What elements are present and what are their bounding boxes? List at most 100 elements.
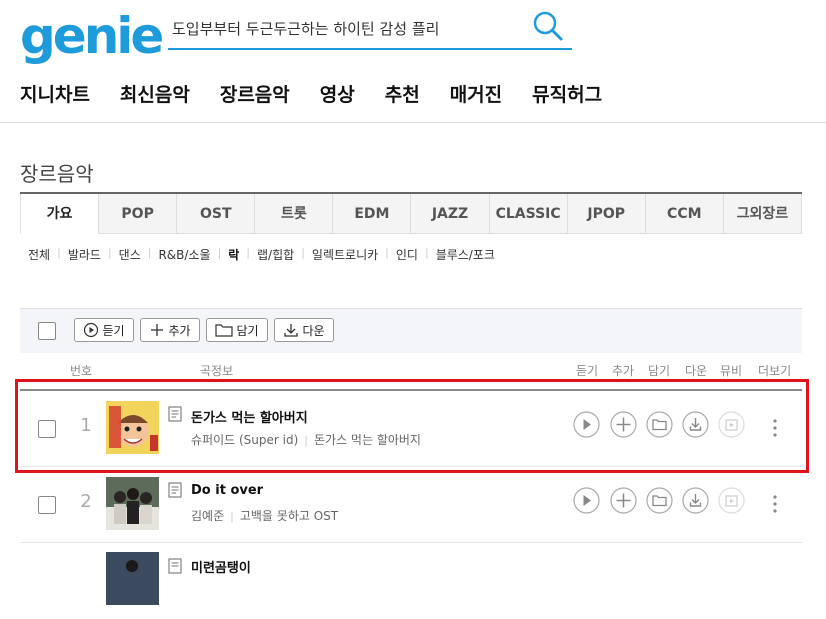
download-icon[interactable] (682, 487, 709, 514)
search-input[interactable] (172, 14, 522, 42)
select-all-checkbox[interactable] (38, 322, 56, 340)
download-icon (284, 324, 299, 337)
nav-latest-music[interactable]: 최신음악 (120, 80, 190, 107)
play-icon[interactable] (573, 487, 600, 514)
divider: | (304, 434, 308, 447)
play-icon[interactable] (573, 411, 600, 438)
save-label: 담기 (236, 323, 259, 338)
nav-recommend[interactable]: 추천 (385, 80, 420, 107)
tab-edm[interactable]: EDM (333, 194, 412, 234)
col-song-info: 곡정보 (200, 364, 234, 378)
main-nav: 지니차트 최신음악 장르음악 영상 추천 매거진 뮤직허그 (20, 80, 632, 107)
subgenre-rnb-soul[interactable]: R&B/소울 (158, 246, 210, 263)
listen-selected-button[interactable]: 듣기 (74, 318, 134, 342)
genre-tabs: 가요 POP OST 트롯 EDM JAZZ CLASSIC JPOP CCM … (20, 192, 802, 234)
play-icon (84, 322, 99, 338)
tab-classic[interactable]: CLASSIC (489, 194, 568, 234)
tab-jpop[interactable]: JPOP (567, 194, 646, 234)
album-cover[interactable] (106, 477, 159, 530)
folder-icon[interactable] (646, 411, 673, 438)
add-label: 추가 (168, 323, 191, 338)
divider: | (107, 246, 112, 259)
folder-icon (215, 324, 234, 337)
add-to-playlist-icon[interactable] (610, 411, 637, 438)
subgenre-electronica[interactable]: 일렉트로니카 (312, 246, 378, 263)
plus-icon (151, 324, 164, 336)
song-checkbox[interactable] (38, 420, 56, 438)
divider: | (57, 246, 61, 259)
add-to-playlist-icon[interactable] (610, 487, 637, 514)
divider: | (246, 246, 251, 259)
album-link[interactable]: 고백을 못하고 OST (240, 509, 338, 523)
col-listen: 듣기 (576, 364, 599, 378)
nav-genie-chart[interactable]: 지니차트 (20, 80, 90, 107)
col-download: 다운 (685, 364, 708, 378)
more-options-icon[interactable] (772, 418, 778, 438)
lyrics-icon[interactable] (168, 558, 182, 574)
artist-link[interactable]: 슈퍼이드 (Super id) (191, 433, 298, 447)
music-video-icon[interactable] (718, 411, 745, 438)
page-title: 장르음악 (20, 162, 94, 186)
col-number: 번호 (70, 364, 93, 378)
tab-jazz[interactable]: JAZZ (411, 194, 490, 234)
song-row: 미련곰탱이 (20, 543, 802, 619)
subgenre-blues-folk[interactable]: 블루스/포크 (436, 246, 495, 263)
col-mv: 뮤비 (720, 364, 743, 378)
download-selected-button[interactable]: 다운 (274, 318, 334, 342)
divider: | (230, 510, 234, 523)
subgenre-filter: 전체 | 발라드 | 댄스 | R&B/소울 | 락 | 랩/힙합 | 일렉트로니카 | 인디… (28, 246, 495, 263)
more-options-icon[interactable] (772, 494, 778, 514)
album-cover[interactable] (106, 401, 159, 454)
artist-link[interactable]: 김예준 (191, 509, 224, 523)
song-meta: 김예준 | 고백을 못하고 OST (191, 507, 338, 524)
subgenre-ballad[interactable]: 발라드 (68, 246, 101, 263)
song-rank: 1 (80, 415, 92, 436)
subgenre-rock[interactable]: 락 (228, 246, 239, 263)
album-art-image (106, 401, 159, 454)
divider: | (217, 246, 222, 259)
subgenre-all[interactable]: 전체 (28, 246, 50, 263)
subgenre-dance[interactable]: 댄스 (119, 246, 141, 263)
save-selected-button[interactable]: 담기 (206, 318, 268, 342)
song-row: 2 Do it over 김예준 | 고백을 못하고 OST (20, 467, 802, 543)
search-bar (168, 8, 572, 50)
song-title[interactable]: 돈가스 먹는 할아버지 (191, 407, 308, 426)
album-link[interactable]: 돈가스 먹는 할아버지 (314, 433, 421, 447)
song-meta: 슈퍼이드 (Super id) | 돈가스 먹는 할아버지 (191, 431, 421, 448)
song-checkbox[interactable] (38, 496, 56, 514)
nav-music-hug[interactable]: 뮤직허그 (532, 80, 602, 107)
tab-ost[interactable]: OST (177, 194, 256, 234)
subgenre-rap-hiphop[interactable]: 랩/힙합 (257, 246, 294, 263)
lyrics-icon[interactable] (168, 482, 182, 498)
folder-icon[interactable] (646, 487, 673, 514)
download-icon[interactable] (682, 411, 709, 438)
nav-genre-music[interactable]: 장르음악 (220, 80, 290, 107)
search-icon[interactable] (532, 10, 564, 42)
col-add: 추가 (612, 364, 635, 378)
song-row: 1 돈가스 먹는 할아버지 슈퍼이드 (Super id) | 돈가스 먹는 할아버… (20, 391, 802, 467)
nav-magazine[interactable]: 매거진 (450, 80, 502, 107)
divider: | (147, 246, 152, 259)
tab-other-genres[interactable]: 그외장르 (723, 194, 802, 234)
album-cover[interactable] (106, 552, 159, 605)
tab-pop[interactable]: POP (99, 194, 178, 234)
genie-logo[interactable]: genie (20, 6, 164, 66)
tab-trot[interactable]: 트롯 (255, 194, 334, 234)
subgenre-indie[interactable]: 인디 (396, 246, 418, 263)
lyrics-icon[interactable] (168, 406, 182, 422)
col-more: 더보기 (758, 364, 792, 378)
download-label: 다운 (302, 323, 325, 338)
tab-kpop[interactable]: 가요 (20, 194, 100, 234)
list-column-headers: 번호 곡정보 듣기 추가 담기 다운 뮤비 더보기 (20, 362, 802, 380)
nav-video[interactable]: 영상 (320, 80, 355, 107)
col-save: 담기 (648, 364, 671, 378)
album-art-image (106, 552, 159, 605)
tab-ccm[interactable]: CCM (645, 194, 724, 234)
divider: | (301, 246, 305, 259)
list-toolbar: 듣기 추가 담기 다운 (20, 308, 802, 353)
song-title[interactable]: Do it over (191, 483, 263, 498)
divider: | (424, 246, 429, 259)
listen-label: 듣기 (102, 323, 125, 338)
add-selected-button[interactable]: 추가 (140, 318, 200, 342)
music-video-icon[interactable] (718, 487, 745, 514)
